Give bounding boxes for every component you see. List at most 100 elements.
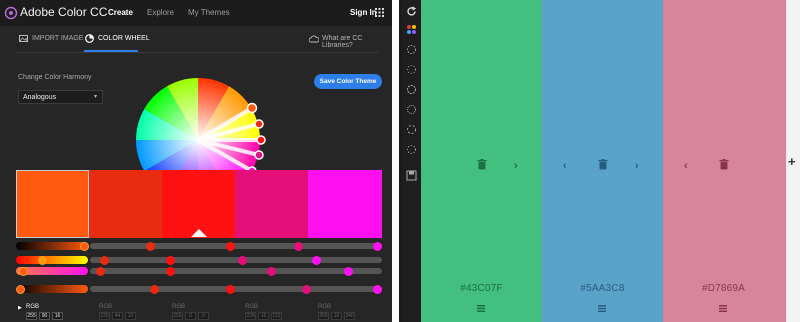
harmony-value: Analogous [23,94,57,101]
rgb-label-4: RGB [245,304,259,310]
theme-swatches [16,170,382,238]
knob-3[interactable] [226,241,235,251]
trash-icon[interactable] [477,159,487,170]
rgb-b-3[interactable]: 0 [198,312,209,320]
rgb-b-4[interactable]: 122 [271,312,282,320]
value-track[interactable] [90,286,382,292]
palette-column-3[interactable]: ‹ #D7869A [663,0,786,322]
value-knob[interactable] [16,284,25,294]
rgb-b-5[interactable]: 240 [344,312,355,320]
cc-libraries-link[interactable]: What are CC Libraries? [322,35,392,49]
rgb-b-2[interactable]: 15 [125,312,136,320]
plus-icon[interactable]: + [788,154,796,169]
app-title: Adobe Color CC [20,5,108,19]
hue-knob[interactable] [38,255,47,265]
rgb-r-5[interactable]: 255 [318,312,329,320]
knob-5[interactable] [373,241,382,251]
adobe-color-logo-icon [4,6,18,20]
refresh-icon[interactable] [406,6,417,17]
knob-5b[interactable] [312,255,321,265]
tab-import-image[interactable]: IMPORT IMAGE [32,35,83,42]
knob-4c[interactable] [267,266,276,276]
tab-color-wheel[interactable]: COLOR WHEEL [98,35,150,42]
adjust-icon[interactable] [719,305,727,312]
top-navigation-bar: Adobe Color CC Create Explore My Themes … [0,0,392,26]
theme-swatch-4[interactable] [235,170,308,238]
brightness-knob[interactable] [80,241,89,251]
knob-2b[interactable] [100,255,109,265]
expand-arrow-icon[interactable]: ▶ [18,305,22,311]
screenshot-root: Adobe Color CC Create Explore My Themes … [0,0,800,322]
harmony-complementary-icon[interactable] [406,104,417,115]
brightness-track[interactable] [90,243,382,249]
hue-slider-row [16,255,382,265]
rgb-label-5: RGB [318,304,332,310]
chevron-left-icon[interactable]: ‹ [563,160,567,172]
knob-4[interactable] [294,241,303,251]
rgb-r-3[interactable]: 255 [172,312,183,320]
rgb-g-3[interactable]: 0 [185,312,196,320]
knob-5d[interactable] [373,284,382,294]
rgb-r-2[interactable]: 230 [99,312,110,320]
cc-libraries-icon [309,35,319,43]
rgb-g-5[interactable]: 16 [331,312,342,320]
saturation-knob[interactable] [19,266,28,276]
chevron-right-icon[interactable]: › [514,160,518,172]
harmony-dropdown[interactable]: Analogous ▾ [18,90,103,104]
harmony-shades-icon[interactable] [406,144,417,155]
rgb-r-4[interactable]: 228 [245,312,256,320]
harmony-label: Change Color Harmony [18,74,92,81]
knob-3c[interactable] [166,266,175,276]
value-slider-row [16,284,382,294]
knob-2d[interactable] [150,284,159,294]
rgb-g-1[interactable]: 90 [39,312,50,320]
save-color-theme-button[interactable]: Save Color Theme [314,74,382,89]
trash-icon[interactable] [598,159,608,170]
knob-4d[interactable] [302,284,311,294]
nav-my-themes[interactable]: My Themes [188,8,230,17]
adjust-icon[interactable] [598,305,606,312]
hex-label-2: #5AA3C8 [580,283,625,294]
hue-gradient [16,256,88,264]
hex-label-3: #D7869A [701,283,746,294]
theme-swatch-3[interactable] [162,170,235,238]
knob-2[interactable] [146,241,155,251]
adjust-icon[interactable] [477,305,485,312]
chevron-left-icon[interactable]: ‹ [684,160,688,172]
sign-in-link[interactable]: Sign In [350,8,377,17]
chevron-right-icon[interactable]: › [635,160,639,172]
theme-swatch-2[interactable] [89,170,162,238]
brightness-slider-row [16,241,382,251]
nav-explore[interactable]: Explore [147,8,174,17]
harmony-compound-icon[interactable] [406,124,417,135]
app-grid-icon[interactable] [375,8,384,17]
knob-2c[interactable] [96,266,105,276]
palette-columns: › #43C07F ‹ › #5AA3C8 ‹ #D7869A [421,0,786,322]
theme-swatch-5[interactable] [308,170,382,238]
rgb-label-1: RGB [26,304,40,310]
color-picker-icon[interactable] [406,24,417,35]
harmony-triad-icon[interactable] [406,84,417,95]
saturation-track[interactable] [90,268,382,274]
add-column-strip: + [786,0,800,322]
rgb-g-2[interactable]: 44 [112,312,123,320]
palette-column-1[interactable]: › #43C07F [421,0,542,322]
nav-create[interactable]: Create [108,8,133,17]
harmony-mono-icon[interactable] [406,64,417,75]
knob-4b[interactable] [238,255,247,265]
knob-5c[interactable] [344,266,353,276]
palette-column-2[interactable]: ‹ › #5AA3C8 [542,0,663,322]
knob-3d[interactable] [226,284,235,294]
trash-icon[interactable] [719,159,729,170]
rgb-r-1[interactable]: 255 [26,312,37,320]
rgb-g-4[interactable]: 16 [258,312,269,320]
hex-label-1: #43C07F [460,283,503,294]
knob-3b[interactable] [166,255,175,265]
hue-track[interactable] [90,257,382,263]
harmony-analogous-icon[interactable] [406,44,417,55]
theme-swatch-1[interactable] [16,170,89,238]
save-icon[interactable] [406,170,417,181]
rgb-b-1[interactable]: 16 [52,312,63,320]
rgb-label-2: RGB [99,304,113,310]
image-icon [19,35,28,42]
